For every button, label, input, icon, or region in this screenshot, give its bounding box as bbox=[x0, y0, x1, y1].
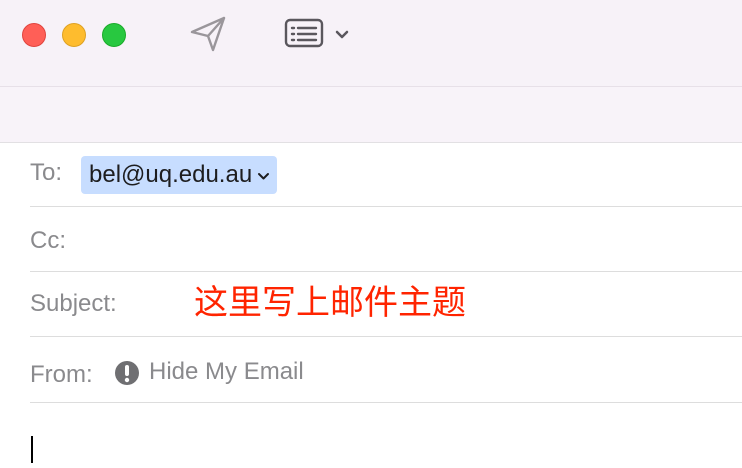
cc-row[interactable]: Cc: bbox=[30, 208, 742, 272]
subject-label: Subject: bbox=[30, 290, 117, 317]
recipient-token[interactable]: bel@uq.edu.au bbox=[81, 156, 278, 194]
cc-label: Cc: bbox=[30, 227, 66, 254]
subject-input[interactable]: 这里写上邮件主题 bbox=[194, 284, 466, 322]
compose-toolbar bbox=[0, 0, 742, 87]
exclamation-circle-icon bbox=[115, 361, 139, 385]
recipient-email: bel@uq.edu.au bbox=[89, 161, 253, 188]
close-window-button[interactable] bbox=[22, 23, 46, 47]
text-cursor bbox=[31, 436, 33, 463]
paper-plane-icon[interactable] bbox=[188, 15, 228, 53]
from-row: From: Hide My Email bbox=[30, 339, 742, 403]
to-row: To: bel@uq.edu.au bbox=[30, 143, 742, 207]
chevron-down-icon[interactable] bbox=[334, 27, 350, 41]
zoom-window-button[interactable] bbox=[102, 23, 126, 47]
message-list-icon[interactable] bbox=[284, 17, 324, 49]
minimize-window-button[interactable] bbox=[62, 23, 86, 47]
chevron-down-icon[interactable] bbox=[257, 171, 270, 181]
from-account-value[interactable]: Hide My Email bbox=[149, 360, 304, 384]
from-label: From: bbox=[30, 361, 93, 388]
to-label: To: bbox=[30, 159, 63, 186]
mail-compose-window: To: bel@uq.edu.au Cc: Subject: 这里写上邮件主题 … bbox=[0, 0, 742, 468]
message-body-editor[interactable] bbox=[30, 405, 742, 468]
toolbar-spacer bbox=[0, 87, 742, 143]
subject-row[interactable]: Subject: 这里写上邮件主题 bbox=[30, 273, 742, 337]
